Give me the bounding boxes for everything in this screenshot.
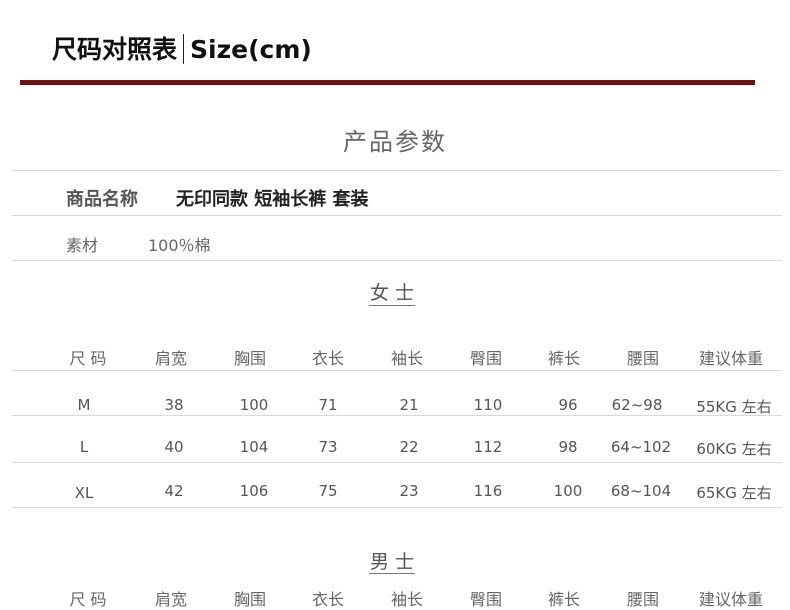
- table-cell: 38: [164, 396, 184, 414]
- table-cell: 62~98: [611, 396, 663, 414]
- title-separator: [183, 34, 185, 64]
- table-cell: M: [77, 396, 91, 414]
- header-rule: [20, 80, 755, 85]
- table-header-cell: 袖长: [390, 349, 424, 368]
- params-title: 产品参数: [343, 128, 447, 156]
- women-section-title: 女士: [369, 282, 420, 304]
- table-header-cell: 肩宽: [154, 590, 188, 609]
- table-header-cell: 臀围: [469, 349, 503, 368]
- table-header-cell: 建议体重: [698, 590, 764, 609]
- table-cell: 104: [239, 438, 269, 456]
- table-header-cell: 建议体重: [698, 349, 764, 368]
- table-header-cell: 胸围: [233, 349, 267, 368]
- material-label: 素材: [66, 236, 99, 255]
- table-header-cell: 肩宽: [154, 349, 188, 368]
- divider: [12, 462, 782, 463]
- table-cell: 96: [558, 396, 578, 414]
- table-header-cell: 臀围: [469, 590, 503, 609]
- table-cell: 40: [164, 438, 184, 456]
- divider: [12, 170, 782, 171]
- table-header-cell: 袖长: [390, 590, 424, 609]
- table-cell: 100: [239, 396, 269, 414]
- table-cell: 106: [239, 482, 269, 500]
- table-cell: 65KG 左右: [696, 484, 772, 502]
- divider: [12, 260, 782, 261]
- table-header-cell: 尺 码: [69, 349, 107, 368]
- table-header-cell: 衣长: [311, 590, 345, 609]
- divider: [12, 507, 782, 508]
- page-title: 尺码对照表 Size(cm): [52, 30, 312, 66]
- table-cell: 116: [473, 482, 503, 500]
- table-cell: 98: [558, 438, 578, 456]
- divider: [12, 370, 782, 371]
- table-cell: 22: [399, 438, 419, 456]
- table-cell: L: [79, 438, 89, 456]
- table-cell: 68~104: [610, 482, 672, 500]
- table-cell: 73: [318, 438, 338, 456]
- table-cell: XL: [74, 484, 94, 502]
- table-cell: 110: [473, 396, 503, 414]
- table-header-cell: 尺 码: [69, 590, 107, 609]
- table-header-cell: 裤长: [547, 349, 581, 368]
- table-cell: 23: [399, 482, 419, 500]
- women-title-underline: [369, 305, 415, 306]
- table-header-cell: 胸围: [233, 590, 267, 609]
- men-section-title: 男士: [369, 551, 420, 573]
- table-header-cell: 衣长: [311, 349, 345, 368]
- divider: [12, 415, 782, 416]
- men-title-underline: [369, 573, 415, 574]
- table-header-cell: 腰围: [626, 590, 660, 609]
- table-cell: 100: [553, 482, 583, 500]
- table-header-cell: 裤长: [547, 590, 581, 609]
- table-cell: 21: [399, 396, 419, 414]
- page-title-en: Size(cm): [190, 35, 312, 64]
- page-title-cn: 尺码对照表: [52, 35, 178, 64]
- table-cell: 71: [318, 396, 338, 414]
- table-cell: 75: [318, 482, 338, 500]
- divider: [12, 215, 782, 216]
- table-cell: 42: [164, 482, 184, 500]
- table-cell: 55KG 左右: [696, 398, 772, 416]
- table-cell: 64~102: [610, 438, 672, 456]
- table-cell: 112: [473, 438, 503, 456]
- product-name-label: 商品名称: [66, 189, 138, 210]
- table-cell: 60KG 左右: [696, 440, 772, 458]
- material-value: 100％棉: [148, 236, 211, 255]
- table-header-cell: 腰围: [626, 349, 660, 368]
- product-name-value: 无印同款 短袖长裤 套装: [176, 189, 369, 210]
